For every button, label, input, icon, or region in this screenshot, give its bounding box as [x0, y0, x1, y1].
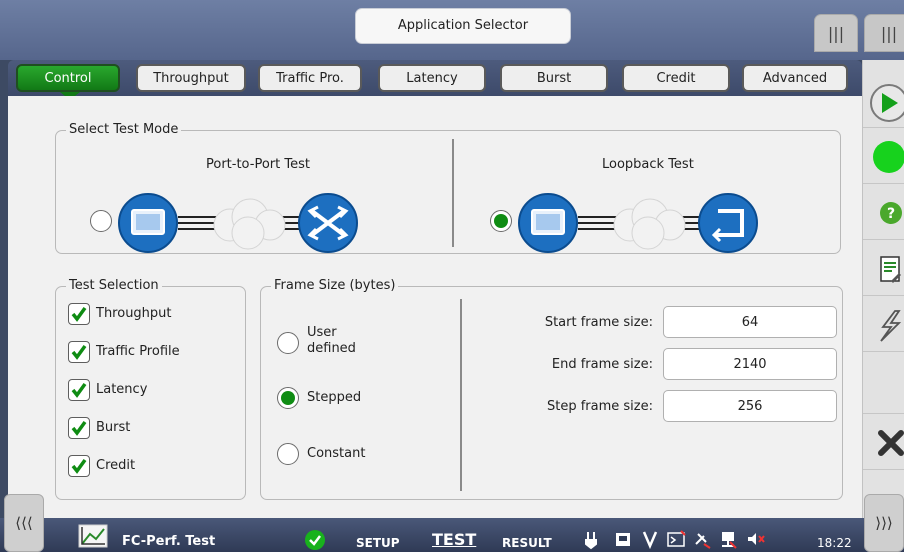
- result-tab[interactable]: RESULT: [502, 535, 552, 551]
- burst-checkbox-label: Burst: [96, 420, 131, 435]
- start-frame-size-input[interactable]: 64: [663, 306, 837, 338]
- mute-icon: [748, 533, 765, 545]
- clock: 18:22: [817, 536, 852, 550]
- select-test-mode-group: Select Test Mode Port-to-Port Test Loopb…: [55, 122, 841, 254]
- port-to-port-diagram-icon[interactable]: [118, 193, 358, 253]
- throughput-checkbox-label: Throughput: [96, 306, 172, 321]
- tab-traffic-profile[interactable]: Traffic Pro.: [258, 64, 362, 92]
- panel-handle-icon[interactable]: |||: [814, 14, 858, 52]
- loopback-label: Loopback Test: [602, 157, 694, 172]
- setup-tab[interactable]: SETUP: [356, 535, 400, 551]
- tab-credit[interactable]: Credit: [622, 64, 730, 92]
- tab-bar: Control Throughput Traffic Pro. Latency …: [8, 60, 862, 100]
- test-selection-group: Test Selection Throughput Traffic Profil…: [55, 278, 246, 500]
- stepped-radio[interactable]: [277, 387, 299, 409]
- left-panel-handle[interactable]: ⟨⟨⟨: [4, 494, 44, 552]
- system-tray: [585, 530, 765, 550]
- report-icon: [880, 255, 901, 283]
- play-icon: [870, 83, 904, 122]
- start-test-button[interactable]: [863, 78, 904, 128]
- tab-latency[interactable]: Latency: [378, 64, 486, 92]
- close-button[interactable]: [863, 416, 904, 470]
- report-button[interactable]: [863, 242, 904, 296]
- tab-advanced[interactable]: Advanced: [742, 64, 848, 92]
- help-button[interactable]: ?: [863, 186, 904, 240]
- app-graph-icon[interactable]: [78, 524, 108, 548]
- application-selector-title[interactable]: Application Selector: [355, 8, 571, 44]
- right-panel-handle[interactable]: ⟩⟩⟩: [864, 494, 904, 552]
- empty-rail-slot: [863, 354, 904, 414]
- help-icon: ?: [880, 201, 902, 224]
- status-led: [863, 130, 904, 184]
- frame-size-title: Frame Size (bytes): [271, 278, 399, 294]
- frame-size-divider: [460, 299, 462, 491]
- status-led-icon: [873, 140, 904, 173]
- terminal-icon: [667, 530, 686, 547]
- latency-checkbox-label: Latency: [96, 382, 148, 397]
- constant-radio[interactable]: [277, 443, 299, 465]
- frame-size-group: Frame Size (bytes) User defined Stepped …: [260, 278, 843, 500]
- test-selection-title: Test Selection: [66, 278, 162, 294]
- credit-checkbox-label: Credit: [96, 458, 136, 473]
- lightning-icon: [880, 309, 902, 342]
- power-plug-icon: [585, 532, 597, 550]
- tab-control[interactable]: Control: [16, 64, 120, 92]
- constant-label: Constant: [307, 446, 366, 461]
- stepped-label: Stepped: [307, 390, 362, 405]
- app-name[interactable]: FC-Perf. Test: [122, 534, 215, 550]
- tab-burst[interactable]: Burst: [500, 64, 608, 92]
- checkmark-icon: [71, 344, 87, 360]
- close-icon: [878, 429, 904, 456]
- satellite-icon: [695, 533, 711, 549]
- test-tab[interactable]: TEST: [432, 531, 476, 549]
- mode-divider: [452, 139, 454, 247]
- v-icon: [642, 531, 658, 550]
- checkmark-icon: [71, 458, 87, 474]
- checkmark-icon: [71, 420, 87, 436]
- user-defined-radio[interactable]: [277, 332, 299, 354]
- user-defined-label: User defined: [307, 325, 356, 356]
- svg-text:?: ?: [887, 206, 895, 222]
- credit-checkbox[interactable]: [68, 455, 90, 477]
- panel-handle-icon-2[interactable]: |||: [864, 14, 904, 52]
- loopback-diagram-icon[interactable]: [518, 193, 758, 253]
- latency-checkbox[interactable]: [68, 379, 90, 401]
- status-ok-icon: [305, 530, 325, 550]
- checkmark-icon: [71, 306, 87, 322]
- loopback-radio[interactable]: [490, 210, 512, 232]
- tab-throughput[interactable]: Throughput: [136, 64, 246, 92]
- port-to-port-label: Port-to-Port Test: [206, 157, 310, 172]
- step-frame-size-label: Step frame size:: [547, 399, 653, 414]
- lightning-button[interactable]: [863, 298, 904, 352]
- network-icon: [722, 532, 737, 549]
- end-frame-size-label: End frame size:: [551, 357, 653, 372]
- traffic-profile-checkbox-label: Traffic Profile: [96, 344, 180, 359]
- right-rail: ?: [862, 60, 904, 518]
- traffic-profile-checkbox[interactable]: [68, 341, 90, 363]
- end-frame-size-input[interactable]: 2140: [663, 348, 837, 380]
- storage-icon: [616, 533, 630, 546]
- checkmark-icon: [71, 382, 87, 398]
- start-frame-size-label: Start frame size:: [544, 315, 653, 330]
- burst-checkbox[interactable]: [68, 417, 90, 439]
- port-to-port-radio[interactable]: [90, 210, 112, 232]
- step-frame-size-input[interactable]: 256: [663, 390, 837, 422]
- select-test-mode-title: Select Test Mode: [66, 122, 182, 138]
- main-panel: Select Test Mode Port-to-Port Test Loopb…: [8, 96, 862, 518]
- throughput-checkbox[interactable]: [68, 303, 90, 325]
